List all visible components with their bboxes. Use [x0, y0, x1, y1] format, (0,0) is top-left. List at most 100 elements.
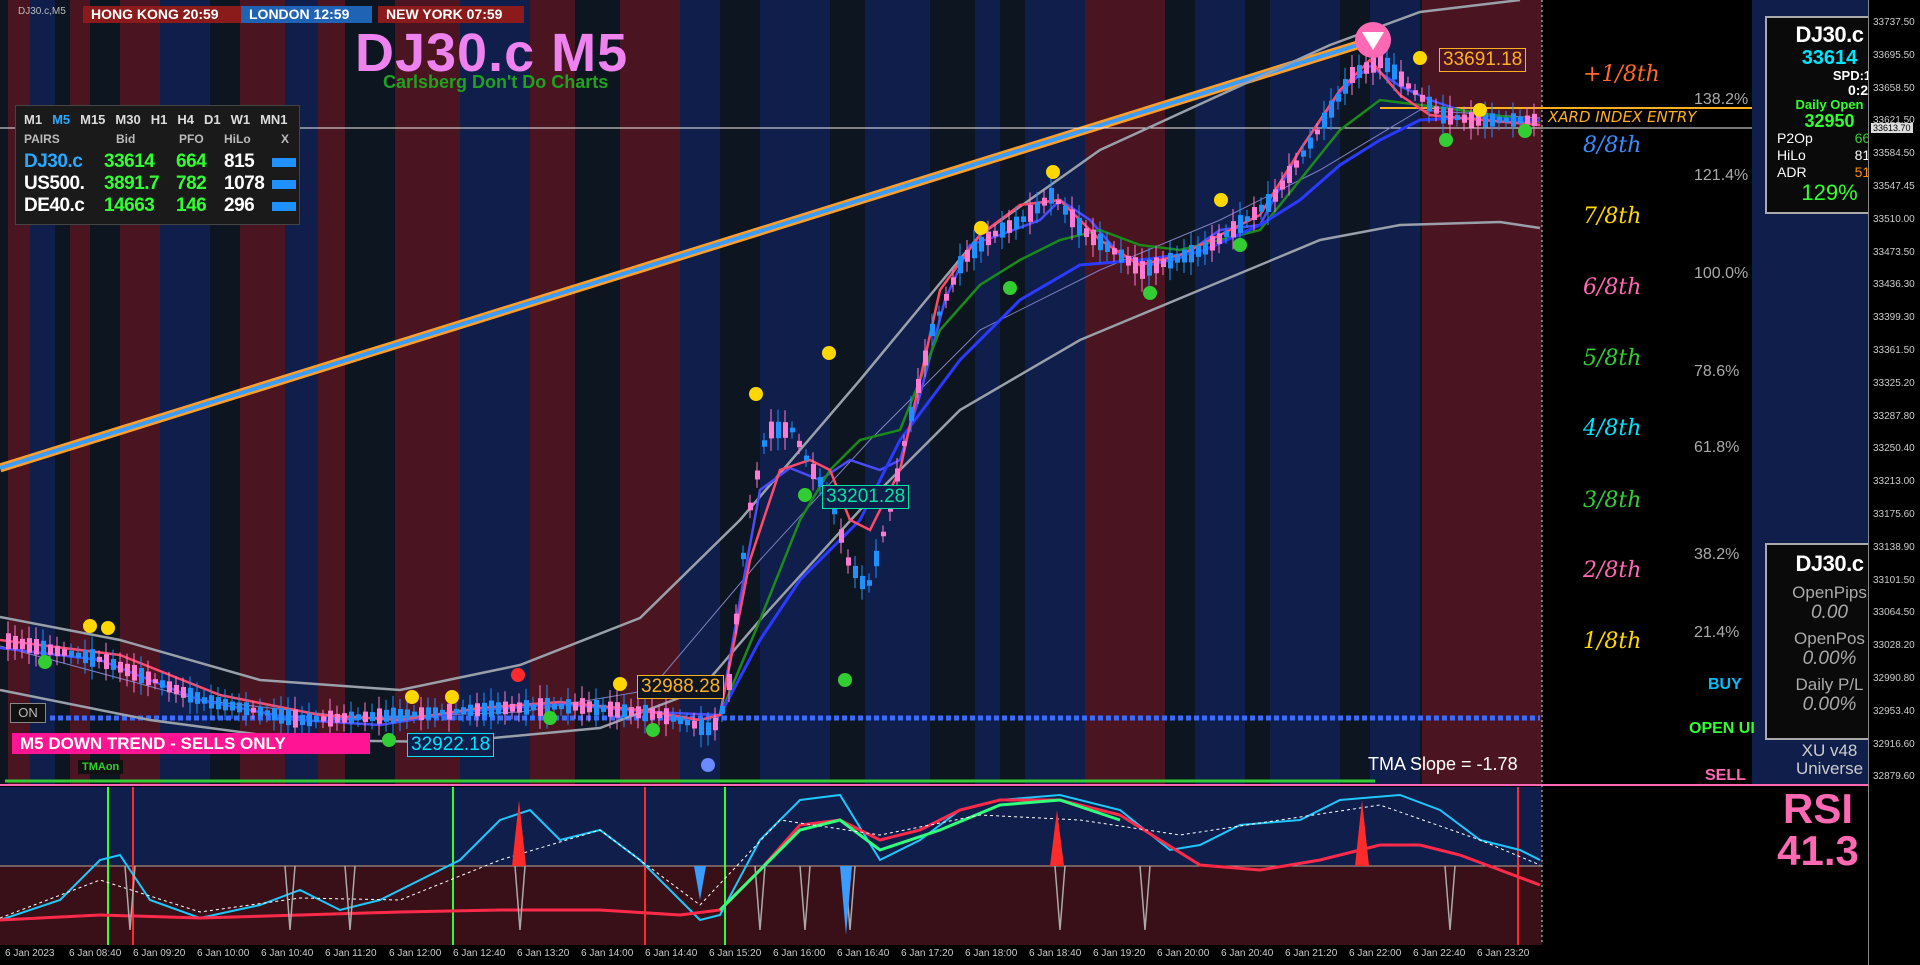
time-tick: 6 Jan 10:40 — [261, 948, 314, 959]
price-tick: 33473.50 — [1873, 246, 1915, 258]
tma-on-button[interactable]: TMAon — [78, 760, 124, 774]
price-label-low: 32988.28 — [637, 675, 725, 699]
candle-body — [783, 422, 788, 438]
timeframe-m15[interactable]: M15 — [80, 112, 105, 127]
candle-body — [741, 552, 746, 560]
session-band — [1270, 0, 1340, 785]
candle-body — [503, 701, 508, 715]
open-label[interactable]: OPEN UI — [1689, 720, 1755, 738]
candle-body — [993, 230, 998, 237]
candle-body — [1070, 209, 1075, 228]
octave-level-1: 8/8th — [1583, 133, 1642, 158]
session-band — [0, 0, 8, 785]
header-hilo: HiLo — [224, 132, 251, 146]
candle-body — [622, 704, 627, 718]
candle-body — [552, 703, 557, 710]
swing-dot — [1046, 165, 1060, 179]
swing-dot — [701, 758, 715, 772]
candle-body — [720, 706, 725, 714]
candle-body — [1161, 258, 1166, 268]
candle-body — [636, 706, 641, 719]
candle-body — [1245, 216, 1250, 222]
pair-symbol: DE40.c — [24, 195, 85, 216]
sell-label[interactable]: SELL — [1705, 767, 1746, 785]
candle-body — [209, 695, 214, 709]
time-tick: 6 Jan 20:40 — [1221, 948, 1274, 959]
price-tick: 32916.60 — [1873, 738, 1915, 750]
candle-body — [398, 709, 403, 722]
candle-body — [1301, 150, 1306, 157]
candle-body — [517, 702, 522, 713]
candle-body — [1210, 236, 1215, 251]
candle-body — [321, 716, 326, 722]
timeframe-h4[interactable]: H4 — [177, 112, 194, 127]
candle-body — [391, 707, 396, 724]
candle-body — [1280, 180, 1285, 190]
price-label-mid: 33201.28 — [822, 485, 910, 509]
candle-body — [447, 703, 452, 720]
timeframe-m5[interactable]: M5 — [52, 112, 70, 127]
price-tick: 33621.50 — [1873, 115, 1915, 127]
price-tick: 32953.40 — [1873, 705, 1915, 717]
candle-body — [1399, 71, 1404, 87]
swing-dot — [646, 723, 660, 737]
info-row-label: HiLo — [1777, 147, 1806, 163]
timeframe-h1[interactable]: H1 — [151, 112, 168, 127]
candle-body — [335, 713, 340, 723]
candle-body — [104, 654, 109, 670]
candle-body — [272, 708, 277, 721]
candle-body — [727, 673, 732, 691]
candle-body — [216, 697, 221, 710]
candle-body — [923, 350, 928, 366]
price-axis[interactable]: 33613.70 33737.50 33695.50 33658.50 33621.5… — [1868, 0, 1920, 965]
candle-body — [685, 719, 690, 726]
candle-body — [867, 580, 872, 586]
pair-pfo: 664 — [176, 151, 207, 172]
candle-body — [972, 241, 977, 259]
candle-body — [153, 679, 158, 684]
candle-body — [363, 711, 368, 723]
octave-level-2: 7/8th — [1583, 204, 1642, 229]
candle-body — [482, 702, 487, 716]
clock-label: LONDON 12:59 — [249, 6, 350, 22]
candle-body — [664, 708, 669, 725]
timeframe-w1[interactable]: W1 — [231, 112, 251, 127]
candle-body — [839, 529, 844, 543]
swing-dot — [38, 655, 52, 669]
session-band — [1000, 0, 1025, 785]
header-pairs: PAIRS — [24, 132, 60, 146]
trend-banner: M5 DOWN TREND - SELLS ONLY — [12, 733, 370, 754]
candle-body — [1224, 231, 1229, 237]
pair-pfo: 782 — [176, 173, 207, 194]
candle-body — [1126, 255, 1131, 266]
timeframe-d1[interactable]: D1 — [204, 112, 221, 127]
candle-body — [160, 680, 165, 688]
price-tick: 33695.50 — [1873, 49, 1915, 61]
time-tick: 6 Jan 23:20 — [1477, 948, 1530, 959]
candle-body — [356, 714, 361, 721]
candle-body — [601, 704, 606, 712]
candle-body — [377, 708, 382, 724]
candle-body — [951, 277, 956, 285]
price-tick: 33547.45 — [1873, 181, 1915, 192]
session-band — [680, 0, 720, 785]
timeframe-m1[interactable]: M1 — [24, 112, 42, 127]
timeframe-m30[interactable]: M30 — [115, 112, 140, 127]
candle-body — [1504, 117, 1509, 123]
buy-label[interactable]: BUY — [1708, 676, 1742, 694]
fibo-level-3: 78.6% — [1694, 363, 1740, 380]
timeframe-mn1[interactable]: MN1 — [260, 112, 287, 127]
candle-body — [538, 698, 543, 716]
swing-dot — [405, 690, 419, 704]
candle-body — [1490, 113, 1495, 127]
on-toggle-button[interactable]: ON — [10, 703, 46, 723]
session-band — [395, 0, 460, 785]
session-band — [1245, 0, 1270, 785]
price-tick: 33399.30 — [1873, 312, 1915, 324]
swing-dot — [543, 711, 557, 725]
candle-body — [440, 709, 445, 715]
candle-body — [405, 709, 410, 720]
price-tick: 33250.40 — [1873, 443, 1915, 455]
timeframe-selector[interactable]: M1 M5 M15 M30 H1 H4 D1 W1 MN1 — [24, 112, 298, 127]
price-tick: 33737.50 — [1873, 17, 1915, 28]
